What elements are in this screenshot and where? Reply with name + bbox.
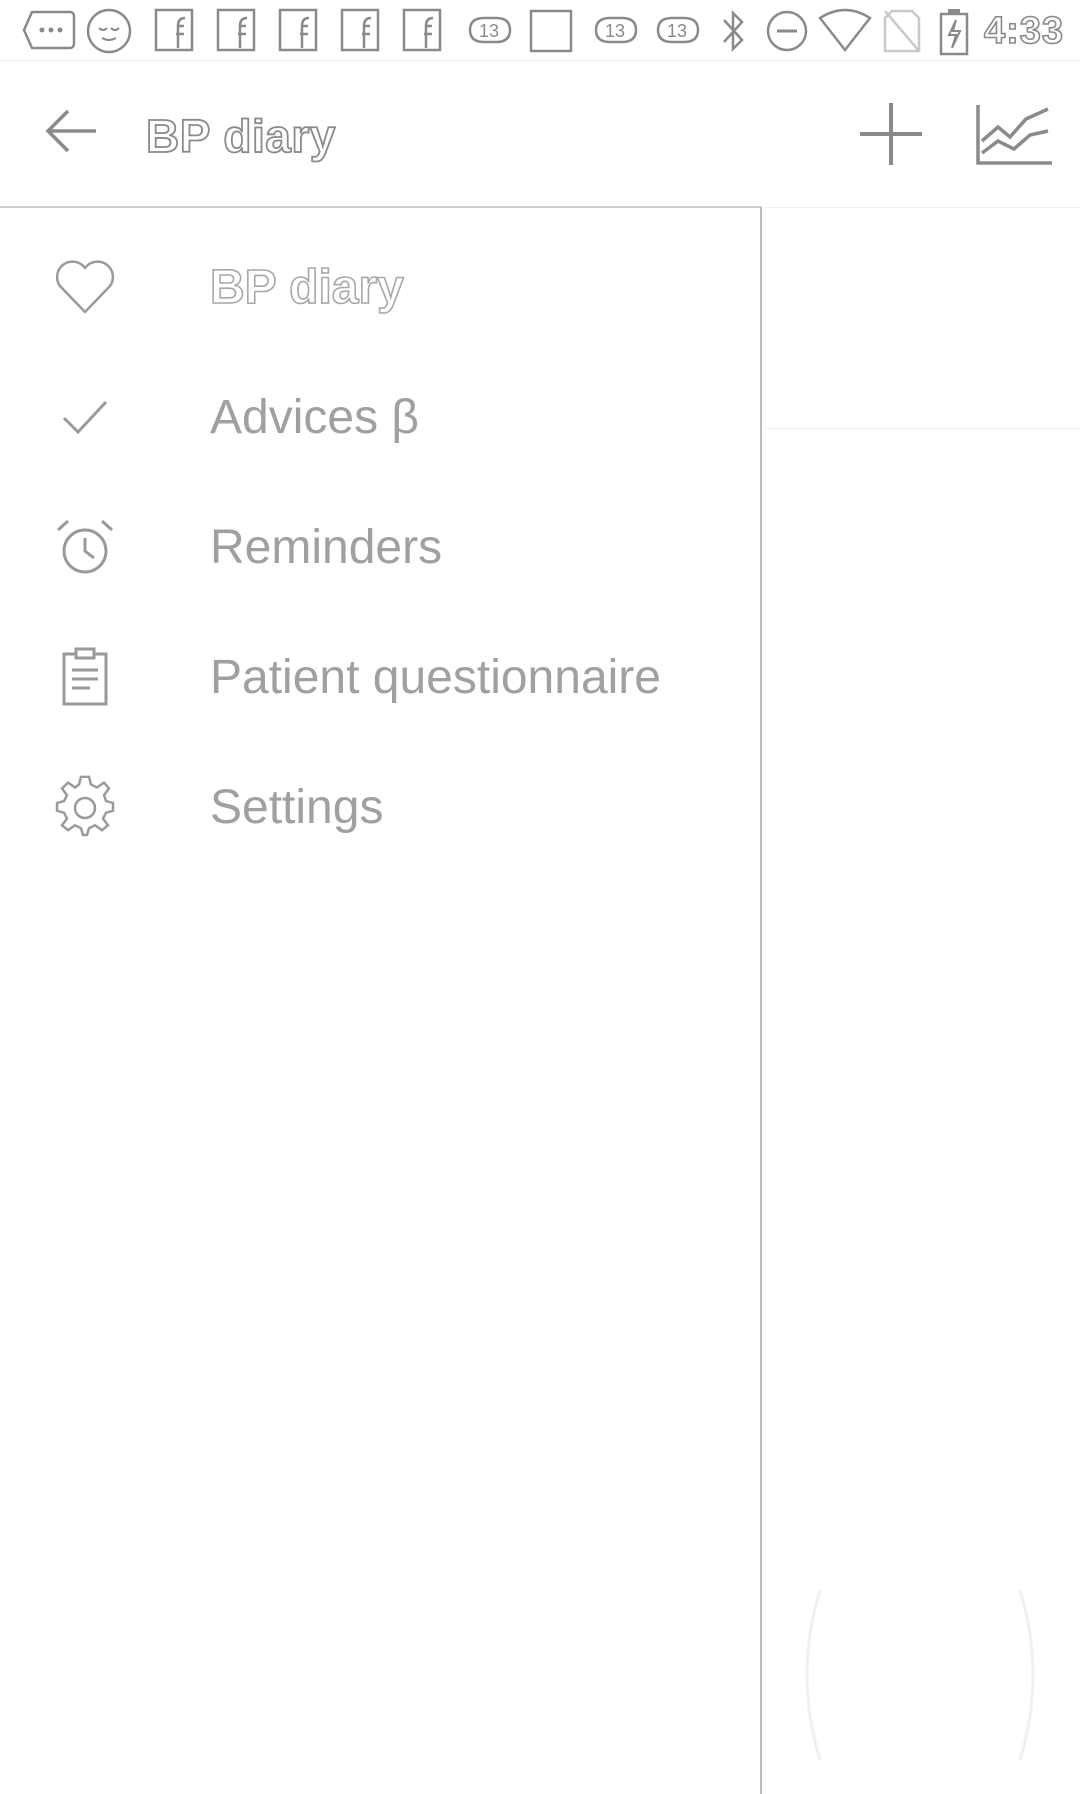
back-button[interactable] [40, 101, 110, 161]
drawer-item-label: Settings [210, 781, 384, 834]
battery-charging-icon [938, 8, 970, 56]
page-title: BP diary [145, 109, 336, 163]
facebook-icon [278, 8, 318, 52]
game-13-icon: 13 [464, 8, 514, 52]
chart-button[interactable] [974, 101, 1054, 167]
check-icon [52, 384, 118, 450]
square-icon [528, 8, 574, 54]
svg-text:13: 13 [479, 21, 499, 41]
facebook-icon [216, 8, 256, 52]
drawer-item-bp-diary[interactable]: BP diary [0, 222, 760, 352]
background-decoration [790, 1580, 830, 1770]
facebook-icon [340, 8, 380, 52]
drawer-item-label: BP diary [209, 260, 404, 315]
drawer-item-advices[interactable]: Advices β [0, 352, 760, 482]
drawer-item-reminders[interactable]: Reminders [0, 482, 760, 612]
svg-text:13: 13 [605, 21, 625, 41]
status-time: 4:33 [983, 9, 1064, 53]
clipboard-icon [52, 644, 118, 710]
chat-icon [22, 8, 76, 52]
alarm-clock-icon [52, 514, 118, 580]
status-bar: 13 13 13 4:33 [0, 0, 1080, 61]
drawer-item-label: Patient questionnaire [210, 651, 661, 704]
do-not-disturb-icon [764, 8, 810, 54]
drawer-item-label: Reminders [210, 521, 443, 574]
background-decoration [1010, 1580, 1050, 1770]
navigation-drawer: BP diary Advices β Reminders Patient que… [0, 206, 762, 1794]
game-13-icon: 13 [652, 8, 702, 52]
chart-icon [976, 105, 1052, 165]
drawer-item-settings[interactable]: Settings [0, 742, 760, 872]
emoji-icon [84, 8, 134, 54]
background-content [764, 208, 1080, 429]
add-reading-button[interactable] [856, 99, 926, 169]
arrow-back-icon [45, 109, 96, 153]
game-13-icon: 13 [590, 8, 640, 52]
facebook-icon [402, 8, 442, 52]
gear-icon [52, 774, 118, 840]
heart-icon [52, 254, 118, 320]
drawer-item-patient-questionnaire[interactable]: Patient questionnaire [0, 612, 760, 742]
app-bar: BP diary [0, 61, 1080, 207]
drawer-item-label: Advices β [210, 391, 420, 444]
facebook-icon [154, 8, 194, 52]
wifi-icon [818, 8, 872, 54]
no-sim-icon [882, 8, 922, 54]
bluetooth-icon [718, 8, 748, 54]
svg-text:13: 13 [667, 21, 687, 41]
plus-icon [860, 103, 922, 165]
